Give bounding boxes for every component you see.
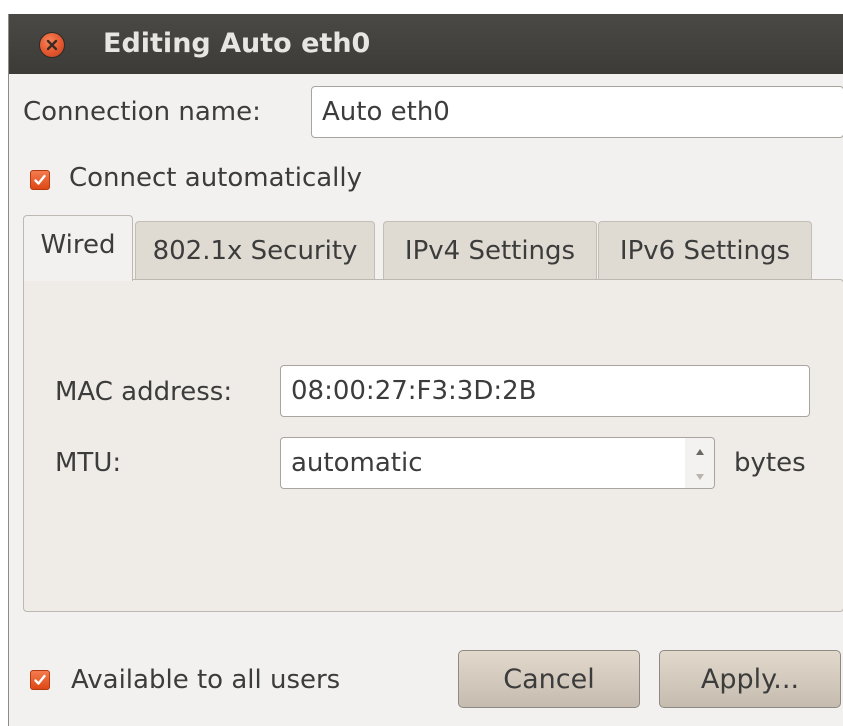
tab-wired-label: Wired: [40, 229, 116, 260]
mtu-input[interactable]: automatic: [280, 437, 686, 489]
tab-wired[interactable]: Wired: [23, 215, 133, 281]
connect-automatically-checkbox[interactable]: [30, 170, 50, 190]
tab-ipv6-settings-label: IPv6 Settings: [619, 235, 791, 266]
connection-name-value: Auto eth0: [322, 97, 450, 127]
title-bar[interactable]: Editing Auto eth0: [9, 14, 843, 74]
tab-8021x-security-label: 802.1x Security: [152, 235, 358, 266]
tab-8021x-security[interactable]: 802.1x Security: [135, 221, 375, 279]
apply-button[interactable]: Apply...: [659, 650, 841, 708]
edit-connection-dialog: Editing Auto eth0 Connection name: Auto …: [8, 14, 843, 726]
close-button[interactable]: [39, 32, 65, 58]
available-to-all-users-label[interactable]: Available to all users: [71, 662, 340, 698]
connection-name-input[interactable]: Auto eth0: [311, 86, 843, 138]
cancel-button[interactable]: Cancel: [458, 650, 640, 708]
tab-ipv4-settings-label: IPv4 Settings: [404, 235, 576, 266]
cancel-button-label: Cancel: [503, 663, 595, 695]
connection-name-label: Connection name:: [23, 97, 261, 127]
available-to-all-users-checkbox[interactable]: [30, 670, 50, 690]
mac-address-label: MAC address:: [55, 377, 233, 407]
tab-ipv4-settings[interactable]: IPv4 Settings: [383, 221, 597, 279]
mtu-spin-buttons: [685, 437, 715, 489]
check-icon: [33, 673, 47, 687]
mtu-unit-label: bytes: [734, 448, 806, 478]
mac-address-input[interactable]: 08:00:27:F3:3D:2B: [280, 365, 810, 417]
check-icon: [33, 173, 47, 187]
mtu-decrement-button[interactable]: [685, 463, 714, 488]
mtu-value: automatic: [291, 448, 423, 478]
mtu-increment-button[interactable]: [685, 438, 714, 463]
close-icon: [46, 39, 58, 51]
mac-address-value: 08:00:27:F3:3D:2B: [291, 376, 537, 406]
apply-button-label: Apply...: [700, 663, 800, 695]
triangle-up-icon: [695, 441, 705, 460]
mtu-label: MTU:: [55, 448, 122, 478]
tab-ipv6-settings[interactable]: IPv6 Settings: [598, 221, 812, 279]
triangle-down-icon: [695, 466, 705, 485]
window-title: Editing Auto eth0: [103, 28, 371, 59]
connect-automatically-label[interactable]: Connect automatically: [69, 160, 362, 196]
